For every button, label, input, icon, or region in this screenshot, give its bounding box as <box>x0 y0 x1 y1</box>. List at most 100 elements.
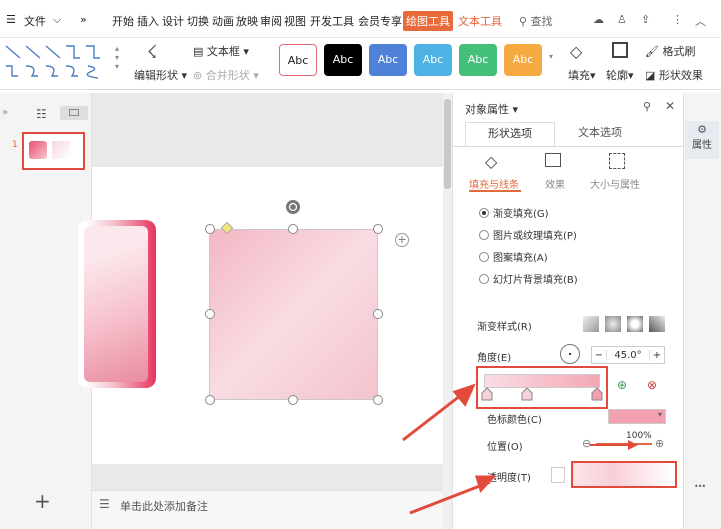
background-fill-option[interactable]: 幻灯片背景填充(B) <box>479 271 578 286</box>
gradient-linear-swatch[interactable] <box>583 316 599 332</box>
subtab-effect[interactable]: 效果 <box>545 176 565 191</box>
position-increase-icon[interactable]: ⊕ <box>655 437 664 450</box>
shape-style-green[interactable]: Abc <box>459 44 497 76</box>
transparency-highlight[interactable] <box>571 461 677 488</box>
slide-view-tab[interactable] <box>60 106 88 120</box>
share-icon[interactable]: ⇪ <box>641 13 650 26</box>
transparency-slider-left[interactable] <box>551 467 565 483</box>
add-slide-button[interactable]: + <box>34 489 51 513</box>
collapse-ribbon-icon[interactable]: ︿ <box>695 13 706 29</box>
resize-handle-w <box>205 309 215 319</box>
menu-design[interactable]: 设计 <box>162 13 184 29</box>
curve-shape-icon <box>86 65 99 79</box>
slide-number: 1 <box>12 140 18 150</box>
angle-dial[interactable] <box>560 344 580 364</box>
chevron-down-icon[interactable]: ▾ <box>658 410 662 419</box>
menu-drawing-tools[interactable]: 绘图工具 <box>403 11 453 31</box>
menu-text-tools[interactable]: 文本工具 <box>458 13 502 29</box>
arrow-to-gradient-bar <box>402 390 466 442</box>
search-icon: ⚲ <box>519 15 528 28</box>
gradient-path-swatch[interactable] <box>649 316 665 332</box>
properties-label: 属性 <box>692 140 712 151</box>
textbox-button[interactable]: ▤ 文本框 ▾ <box>193 43 249 59</box>
picture-fill-option[interactable]: 图片或纹理填充(P) <box>479 227 577 242</box>
pattern-fill-label: 图案填充(A) <box>493 253 548 264</box>
curved-double-arrow-icon <box>65 65 78 77</box>
outline-button[interactable]: 轮廓▾ <box>606 67 634 83</box>
menu-slideshow[interactable]: 放映 <box>236 13 258 29</box>
menu-home[interactable]: 开始 <box>112 13 134 29</box>
merge-shape-button[interactable]: ⊚ 合并形状 ▾ <box>193 67 259 83</box>
gradient-radial-swatch[interactable] <box>605 316 621 332</box>
tab-text-options[interactable]: 文本选项 <box>555 122 645 146</box>
menu-file[interactable]: 文件 <box>24 13 46 29</box>
expand-panel-icon[interactable]: » <box>2 107 8 118</box>
pattern-fill-option[interactable]: 图案填充(A) <box>479 249 548 264</box>
menu-transition[interactable]: 切换 <box>187 13 209 29</box>
subtab-fill-line[interactable]: 填充与线条 <box>469 176 519 191</box>
properties-tab[interactable]: ⚙ 属性 <box>685 121 719 159</box>
radio-gradient[interactable] <box>479 207 489 218</box>
angle-value[interactable]: 45.0° <box>606 349 650 361</box>
gradient-stop-2 <box>521 387 533 401</box>
radio-background[interactable] <box>479 273 489 284</box>
menu-animation[interactable]: 动画 <box>212 13 234 29</box>
radio-picture[interactable] <box>479 229 489 240</box>
gradient-stops-highlight <box>476 366 608 409</box>
shape-style-lightblue[interactable]: Abc <box>414 44 452 76</box>
subtab-size-properties[interactable]: 大小与属性 <box>590 176 640 191</box>
menu-insert[interactable]: 插入 <box>137 13 159 29</box>
ribbon: ▴ ▾ ▾ ☇ 编辑形状 ▾ ▤ 文本框 ▾ ⊚ 合并形状 ▾ Abc Abc Ab… <box>0 38 721 90</box>
resize-handle-s <box>288 395 298 405</box>
menu-bar: ☰ 文件 ⌵ » 开始 插入 设计 切换 动画 放映 审阅 视图 开发工具 会员… <box>0 0 721 38</box>
more-icon[interactable]: ••• <box>694 482 706 491</box>
shape-style-orange[interactable]: Abc <box>504 44 542 76</box>
angle-decrease-button[interactable]: − <box>592 350 606 361</box>
fill-line-icon: ◇ <box>485 152 498 171</box>
angle-stepper[interactable]: − 45.0° + <box>591 346 665 364</box>
edit-shape-button[interactable]: 编辑形状 ▾ <box>134 67 187 83</box>
outline-view-icon[interactable]: ☷ <box>36 107 47 121</box>
fill-button[interactable]: 填充▾ <box>568 67 596 83</box>
shape-style-black[interactable]: Abc <box>324 44 362 76</box>
remove-stop-icon[interactable]: ⊗ <box>647 378 657 392</box>
shape-effect-button[interactable]: ◪ 形状效果 <box>645 67 703 83</box>
hamburger-icon[interactable]: ☰ <box>6 13 16 26</box>
more-tabs-icon[interactable]: » <box>80 13 87 26</box>
quick-add-icon[interactable]: + <box>395 233 409 247</box>
radio-pattern[interactable] <box>479 251 489 262</box>
notes-placeholder[interactable]: 单击此处添加备注 <box>120 498 208 514</box>
gallery-scroll-icon[interactable]: ▴ ▾ ▾ <box>115 44 119 71</box>
line-shapes-gallery[interactable] <box>4 42 112 82</box>
search-button[interactable]: ⚲ 查找 <box>519 13 553 29</box>
menu-review[interactable]: 审阅 <box>260 13 282 29</box>
close-icon[interactable]: ✕ <box>665 99 675 113</box>
style-gallery-more-icon[interactable]: ▾ <box>549 52 553 61</box>
slide-thumbnail[interactable] <box>22 132 85 170</box>
pin-icon[interactable]: ⚲ <box>643 100 651 113</box>
panel-title[interactable]: 对象属性 ▾ <box>465 101 518 117</box>
menu-developer[interactable]: 开发工具 <box>310 13 354 29</box>
notes-bar[interactable]: ☰ 单击此处添加备注 <box>92 490 443 529</box>
left-gradient-shape[interactable] <box>78 220 156 388</box>
more-options-icon[interactable]: ⋮ <box>672 13 683 26</box>
tab-shape-options[interactable]: 形状选项 <box>465 122 555 146</box>
angle-label: 角度(E) <box>477 353 512 364</box>
gradient-fill-option[interactable]: 渐变填充(G) <box>479 205 549 220</box>
menu-view[interactable]: 视图 <box>284 13 306 29</box>
format-painter-label: 格式刷 <box>662 45 696 58</box>
angle-increase-button[interactable]: + <box>650 350 664 361</box>
format-painter-button[interactable]: 🖌 格式刷 <box>645 43 695 59</box>
add-stop-icon[interactable]: ⊕ <box>617 378 627 392</box>
slide[interactable]: + <box>78 167 443 464</box>
shape-style-blue[interactable]: Abc <box>369 44 407 76</box>
menu-member[interactable]: 会员专享 <box>358 13 402 29</box>
gradient-rect-swatch[interactable] <box>627 316 643 332</box>
cloud-icon[interactable]: ☁ <box>593 13 604 26</box>
chevron-down-icon[interactable]: ⌵ <box>53 13 61 27</box>
gradient-stop-markers[interactable] <box>478 384 610 406</box>
brush-icon: 🖌 <box>645 45 659 58</box>
shape-style-white[interactable]: Abc <box>279 44 317 76</box>
user-icon[interactable]: ♙ <box>617 13 627 26</box>
scrollbar-thumb[interactable] <box>444 99 451 189</box>
